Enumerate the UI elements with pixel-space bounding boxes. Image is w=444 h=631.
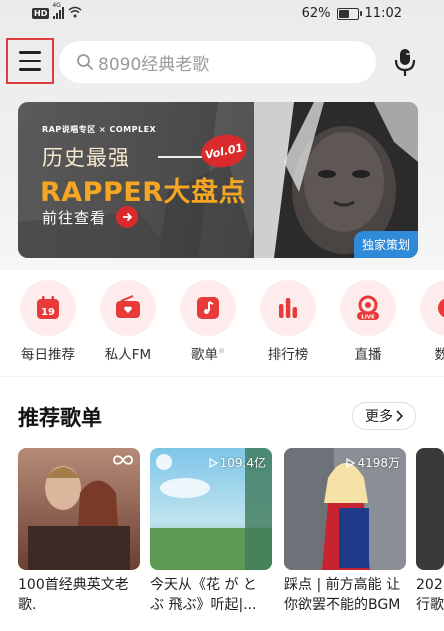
hamburger-icon-line	[19, 59, 41, 63]
hd-indicator: HD	[32, 7, 50, 19]
search-icon	[77, 54, 93, 70]
shortcut-label: 排行榜	[267, 347, 309, 363]
section-title: 推荐歌单	[18, 406, 102, 430]
playlist-card[interactable]: 202 行歌	[416, 448, 444, 615]
battery-percent: 62%	[301, 6, 331, 21]
shortcut-label: 数字	[434, 347, 444, 363]
chevron-right-icon	[396, 410, 403, 422]
search-placeholder: 8090经典老歌	[98, 54, 210, 75]
playlist-cover: 109.4亿	[150, 448, 272, 570]
cover-image	[18, 448, 140, 570]
shortcut-digital[interactable]: 数字	[413, 280, 444, 363]
svg-text:LIVE: LIVE	[361, 315, 375, 321]
playlist-cover	[416, 448, 444, 570]
shortcut-label: 直播	[354, 347, 382, 363]
arrow-right-icon	[116, 206, 139, 228]
banner-brand: RAP说唱专区 × COMPLEX	[42, 125, 157, 134]
digital-icon	[438, 298, 444, 318]
banner-title: RAPPER大盘点	[40, 177, 246, 208]
hamburger-icon-line	[19, 68, 41, 71]
cover-image	[416, 448, 444, 570]
shortcut-row: 19 每日推荐 私人FM 歌单® 排行榜 LIVE 直播 数	[0, 280, 444, 363]
wifi-icon	[68, 6, 82, 20]
clock: 11:02	[364, 6, 402, 21]
hamburger-icon-line	[19, 51, 41, 54]
shortcut-playlist[interactable]: 歌单®	[173, 280, 243, 363]
cloud-music-logo-icon	[156, 454, 172, 470]
section-divider	[0, 376, 444, 377]
svg-text:19: 19	[41, 307, 55, 318]
shortcut-private-fm[interactable]: 私人FM	[93, 280, 163, 363]
calendar-icon: 19	[37, 296, 59, 319]
play-count: 4198万	[345, 454, 400, 471]
status-bar: HD 4G 62% 11:02	[0, 0, 444, 30]
playlist-cover: 4198万	[284, 448, 406, 570]
playlist-card[interactable]: 109.4亿 今天从《花 が と ぶ 飛ぶ》听起|...	[150, 448, 272, 615]
playlist-icon	[197, 297, 219, 319]
radio-icon	[116, 295, 140, 318]
microphone-icon[interactable]	[391, 46, 419, 78]
playlist-title: 100首经典英文老歌.	[18, 577, 129, 613]
banner-subtitle: 历史最强	[42, 146, 130, 170]
shortcut-live[interactable]: LIVE 直播	[333, 280, 403, 363]
playlist-card[interactable]: 100首经典英文老歌.	[18, 448, 140, 615]
loop-icon	[112, 454, 134, 466]
playlist-cover	[18, 448, 140, 570]
more-button[interactable]: 更多	[352, 402, 416, 430]
playlist-title: 今天从《花 が と ぶ 飛ぶ》听起|...	[150, 577, 257, 613]
battery-icon	[336, 7, 362, 20]
shortcut-label: 私人FM	[104, 347, 152, 363]
banner-divider	[158, 156, 206, 158]
shortcut-label: 歌单®	[191, 347, 225, 363]
search-input[interactable]: 8090经典老歌	[59, 41, 376, 83]
cellular-signal-icon: 4G	[52, 2, 65, 19]
play-icon	[346, 457, 356, 468]
shortcut-label: 每日推荐	[21, 347, 75, 363]
promo-banner[interactable]: RAP说唱专区 × COMPLEX 历史最强 Vol.01 RAPPER大盘点 …	[18, 102, 418, 258]
play-icon	[209, 457, 218, 468]
banner-cta[interactable]: 前往查看	[42, 206, 139, 228]
banner-tag: 独家策划	[353, 231, 418, 258]
playlist-card[interactable]: 4198万 踩点 | 前方高能 让你欲罢不能的BGM	[284, 448, 406, 615]
playlist-title: 踩点 | 前方高能 让你欲罢不能的BGM	[284, 577, 401, 613]
chart-bars-icon	[279, 298, 298, 318]
shortcut-daily-recommend[interactable]: 19 每日推荐	[13, 280, 83, 363]
playlist-title: 202 行歌	[416, 577, 444, 613]
shortcut-charts[interactable]: 排行榜	[253, 280, 323, 363]
play-count: 109.4亿	[208, 454, 266, 471]
live-icon: LIVE	[357, 295, 379, 321]
menu-button[interactable]	[6, 38, 54, 84]
